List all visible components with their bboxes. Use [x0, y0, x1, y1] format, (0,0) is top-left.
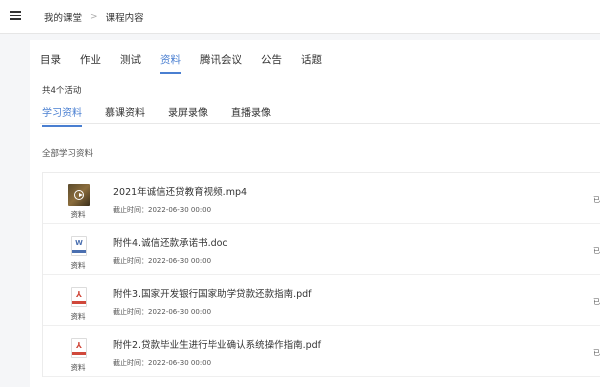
tab-catalog[interactable]: 目录 [40, 52, 61, 74]
list-item[interactable]: ⅄ 资料 附件2.贷款毕业生进行毕业确认系统操作指南.pdf 截止时间：2022… [43, 326, 600, 377]
item-deadline: 截止时间：2022-06-30 00:00 [113, 308, 212, 316]
breadcrumb: 我的课堂 > 课程内容 [44, 10, 144, 24]
item-status: 已 [593, 247, 600, 255]
item-title[interactable]: 附件3.国家开发银行国家助学贷款还款指南.pdf [113, 286, 312, 300]
activity-count: 共4个活动 [42, 86, 82, 96]
item-type-label: 资料 [70, 261, 86, 270]
top-bar: 我的课堂 > 课程内容 [0, 0, 600, 34]
pdf-icon: ⅄ [71, 287, 87, 307]
item-deadline: 截止时间：2022-06-30 00:00 [113, 206, 212, 214]
tab-tencent-meeting[interactable]: 腾讯会议 [200, 52, 242, 74]
tab-announcements[interactable]: 公告 [261, 52, 282, 74]
item-type-label: 资料 [70, 210, 86, 219]
tab-topics[interactable]: 话题 [301, 52, 322, 74]
breadcrumb-chevron-icon: > [90, 12, 98, 22]
item-title[interactable]: 附件4.诚信还款承诺书.doc [113, 235, 228, 249]
course-tabs: 目录 作业 测试 资料 腾讯会议 公告 话题 [40, 52, 341, 74]
item-type-label: 资料 [70, 363, 86, 372]
item-status: 已 [593, 349, 600, 357]
item-title[interactable]: 2021年诚信还贷教育视频.mp4 [113, 184, 247, 198]
breadcrumb-home-link[interactable]: 我的课堂 [44, 10, 82, 24]
list-item[interactable]: ⅄ 资料 附件3.国家开发银行国家助学贷款还款指南.pdf 截止时间：2022-… [43, 275, 600, 326]
course-content-panel: 目录 作业 测试 资料 腾讯会议 公告 话题 共4个活动 学习资料 慕课资料 录… [30, 40, 600, 387]
hamburger-menu-icon[interactable] [10, 11, 21, 20]
word-doc-icon: W [71, 236, 87, 256]
play-icon [74, 190, 84, 200]
materials-list: 资料 2021年诚信还贷教育视频.mp4 截止时间：2022-06-30 00:… [42, 172, 600, 377]
tab-materials[interactable]: 资料 [160, 52, 181, 74]
video-icon [68, 184, 90, 206]
item-status: 已 [593, 298, 600, 306]
item-type-label: 资料 [70, 312, 86, 321]
list-item[interactable]: W 资料 附件4.诚信还款承诺书.doc 截止时间：2022-06-30 00:… [43, 224, 600, 275]
breadcrumb-current: 课程内容 [105, 13, 144, 24]
subtabs-divider [40, 123, 600, 124]
section-title: 全部学习资料 [42, 149, 94, 159]
tab-homework[interactable]: 作业 [80, 52, 101, 74]
tab-test[interactable]: 测试 [120, 52, 141, 74]
pdf-icon: ⅄ [71, 338, 87, 358]
list-item[interactable]: 资料 2021年诚信还贷教育视频.mp4 截止时间：2022-06-30 00:… [43, 173, 600, 224]
item-title[interactable]: 附件2.贷款毕业生进行毕业确认系统操作指南.pdf [113, 337, 321, 351]
item-status: 已 [593, 196, 600, 204]
item-deadline: 截止时间：2022-06-30 00:00 [113, 257, 212, 265]
item-deadline: 截止时间：2022-06-30 00:00 [113, 359, 212, 367]
